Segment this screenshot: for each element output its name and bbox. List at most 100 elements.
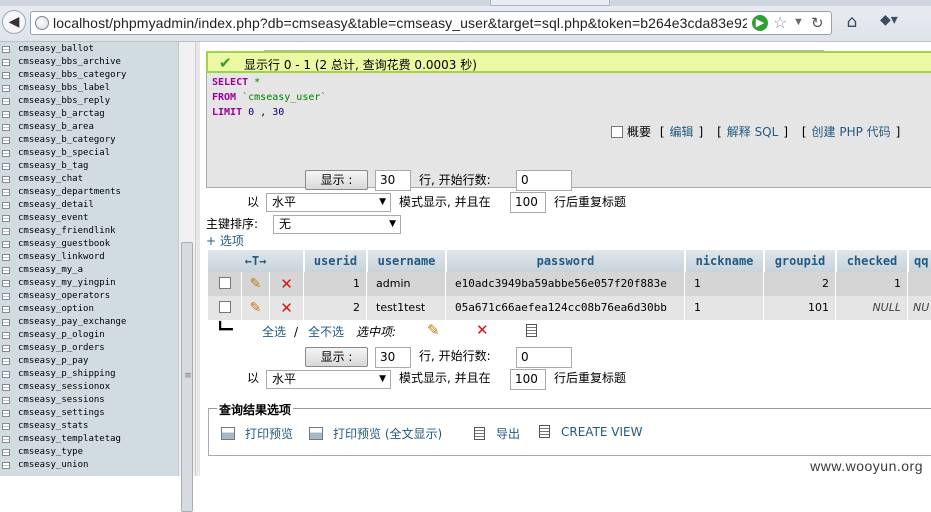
sidebar-table-item[interactable]: cmseasy_pay_exchange xyxy=(0,316,178,329)
sidebar-scrollbar[interactable]: ≡ xyxy=(178,42,195,512)
options-link[interactable]: + 选项 xyxy=(206,233,244,249)
table-icon[interactable] xyxy=(2,85,10,92)
sidebar-item-label[interactable]: cmseasy_my_a xyxy=(18,264,83,277)
sidebar-table-item[interactable]: cmseasy_friendlink xyxy=(0,225,178,238)
edit-pencil-icon[interactable]: ✎ xyxy=(250,276,262,292)
sidebar-item-label[interactable]: cmseasy_friendlink xyxy=(18,225,116,238)
table-icon[interactable] xyxy=(2,462,10,469)
table-icon[interactable] xyxy=(2,215,10,222)
table-icon[interactable] xyxy=(2,397,10,404)
url-text[interactable]: localhost/phpmyadmin/index.php?db=cmseas… xyxy=(53,15,747,31)
sidebar-item-label[interactable]: cmseasy_detail xyxy=(18,199,94,212)
sidebar-table-item[interactable]: cmseasy_settings xyxy=(0,407,178,420)
sidebar-table-item[interactable]: cmseasy_p_ologin xyxy=(0,329,178,342)
create-view-link[interactable]: CREATE VIEW xyxy=(539,425,643,439)
sidebar-table-item[interactable]: cmseasy_type xyxy=(0,446,178,459)
sidebar-table-item[interactable]: cmseasy_p_orders xyxy=(0,342,178,355)
sidebar-item-label[interactable]: cmseasy_b_arctag xyxy=(18,108,105,121)
sidebar-item-label[interactable]: cmseasy_settings xyxy=(18,407,105,420)
sidebar-table-item[interactable]: cmseasy_linkword xyxy=(0,251,178,264)
sidebar-table-item[interactable]: cmseasy_sessionox xyxy=(0,381,178,394)
check-all-link[interactable]: 全选 xyxy=(262,324,286,340)
table-icon[interactable] xyxy=(2,345,10,352)
sidebar-table-item[interactable]: cmseasy_union xyxy=(0,459,178,472)
table-icon[interactable] xyxy=(2,319,10,326)
sidebar-item-label[interactable]: cmseasy_b_area xyxy=(18,121,94,134)
sidebar-item-label[interactable]: cmseasy_guestbook xyxy=(18,238,110,251)
sort-select[interactable]: 无 ▼ xyxy=(273,215,401,234)
column-header-groupid[interactable]: groupid xyxy=(765,250,836,272)
table-icon[interactable] xyxy=(2,241,10,248)
table-icon[interactable] xyxy=(2,98,10,105)
table-icon[interactable] xyxy=(2,280,10,287)
sidebar-item-label[interactable]: cmseasy_pay_exchange xyxy=(18,316,126,329)
profiling-checkbox[interactable] xyxy=(611,126,623,138)
sidebar-item-label[interactable]: cmseasy_b_tag xyxy=(18,160,88,173)
table-icon[interactable] xyxy=(2,384,10,391)
uncheck-all-link[interactable]: 全不选 xyxy=(308,324,344,340)
rows-input[interactable]: 30 xyxy=(375,170,411,191)
sidebar-item-label[interactable]: cmseasy_bbs_label xyxy=(18,82,110,95)
sidebar-item-label[interactable]: cmseasy_b_special xyxy=(18,147,110,160)
column-header-qq[interactable]: qq xyxy=(909,250,931,272)
table-icon[interactable] xyxy=(2,124,10,131)
sidebar-table-item[interactable]: cmseasy_departments xyxy=(0,186,178,199)
sidebar-item-label[interactable]: cmseasy_union xyxy=(18,459,88,472)
table-icon[interactable] xyxy=(2,189,10,196)
back-button[interactable]: ◀ xyxy=(2,10,26,34)
sidebar-item-label[interactable]: cmseasy_stats xyxy=(18,420,88,433)
sidebar-item-label[interactable]: cmseasy_event xyxy=(18,212,88,225)
sidebar-item-label[interactable]: cmseasy_bbs_reply xyxy=(18,95,110,108)
sidebar-item-label[interactable]: cmseasy_ballot xyxy=(18,43,94,56)
sidebar-item-label[interactable]: cmseasy_my_yingpin xyxy=(18,277,116,290)
sidebar-item-label[interactable]: cmseasy_sessions xyxy=(18,394,105,407)
sidebar-item-label[interactable]: cmseasy_bbs_category xyxy=(18,69,126,82)
edit-pencil-icon[interactable]: ✎ xyxy=(250,300,262,316)
table-icon[interactable] xyxy=(2,358,10,365)
start-input[interactable]: 0 xyxy=(516,347,572,368)
table-icon[interactable] xyxy=(2,111,10,118)
sidebar-table-item[interactable]: cmseasy_p_shipping xyxy=(0,368,178,381)
row-checkbox[interactable] xyxy=(218,277,231,289)
sidebar-table-item[interactable]: cmseasy_b_category xyxy=(0,134,178,147)
table-icon[interactable] xyxy=(2,72,10,79)
extension-icon[interactable]: ◆▾ xyxy=(880,12,928,32)
sidebar-table-item[interactable]: cmseasy_operators xyxy=(0,290,178,303)
sidebar-item-label[interactable]: cmseasy_option xyxy=(18,303,94,316)
sidebar-item-label[interactable]: cmseasy_p_ologin xyxy=(18,329,105,342)
column-arrows[interactable]: ←T→ xyxy=(208,250,304,272)
refresh-icon[interactable]: ↻ xyxy=(811,14,824,32)
table-icon[interactable] xyxy=(2,59,10,66)
sidebar-item-label[interactable]: cmseasy_b_category xyxy=(18,134,116,147)
bulk-edit-pencil-icon[interactable]: ✎ xyxy=(427,322,440,338)
delete-x-icon[interactable]: ✕ xyxy=(280,299,293,317)
table-icon[interactable] xyxy=(2,306,10,313)
row-checkbox[interactable] xyxy=(218,301,231,313)
table-icon[interactable] xyxy=(2,293,10,300)
bookmark-star-icon[interactable]: ☆ xyxy=(773,13,787,33)
export-link[interactable]: 导出 xyxy=(474,425,520,442)
sidebar-table-item[interactable]: cmseasy_b_special xyxy=(0,147,178,160)
print-view-full-link[interactable]: 打印预览 (全文显示) xyxy=(309,425,442,442)
sidebar-item-label[interactable]: cmseasy_type xyxy=(18,446,83,459)
dropdown-arrow-icon[interactable]: ▼ xyxy=(793,16,804,28)
repeat-input[interactable]: 100 xyxy=(510,192,546,213)
home-icon[interactable]: ⌂ xyxy=(842,12,862,32)
sidebar-item-label[interactable]: cmseasy_p_orders xyxy=(18,342,105,355)
rows-input[interactable]: 30 xyxy=(375,347,411,368)
delete-x-icon[interactable]: ✕ xyxy=(280,275,293,293)
sidebar-table-item[interactable]: cmseasy_option xyxy=(0,303,178,316)
table-icon[interactable] xyxy=(2,423,10,430)
table-icon[interactable] xyxy=(2,150,10,157)
sidebar-table-item[interactable]: cmseasy_bbs_category xyxy=(0,69,178,82)
sidebar-item-label[interactable]: cmseasy_departments xyxy=(18,186,121,199)
table-icon[interactable] xyxy=(2,163,10,170)
sidebar-table-item[interactable]: cmseasy_bbs_archive xyxy=(0,56,178,69)
sidebar-table-item[interactable]: cmseasy_b_tag xyxy=(0,160,178,173)
sidebar-table-item[interactable]: cmseasy_chat xyxy=(0,173,178,186)
sidebar-item-label[interactable]: cmseasy_p_pay xyxy=(18,355,88,368)
sidebar-item-label[interactable]: cmseasy_operators xyxy=(18,290,110,303)
table-icon[interactable] xyxy=(2,228,10,235)
go-icon[interactable]: ▶ xyxy=(752,15,768,31)
table-icon[interactable] xyxy=(2,371,10,378)
